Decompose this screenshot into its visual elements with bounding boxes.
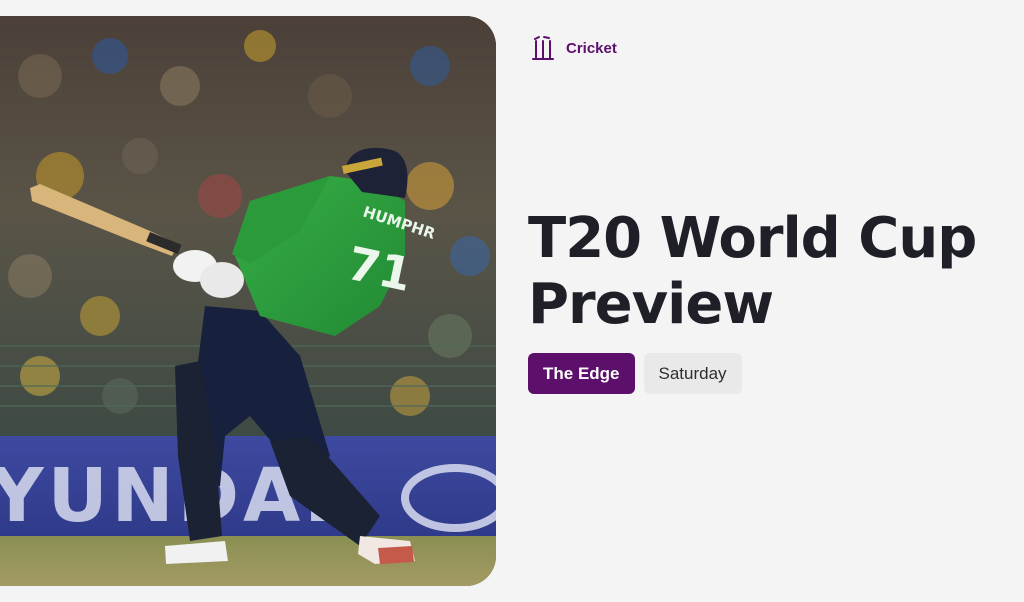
cricket-batsman-photo: YUNDAI HUMPHR 71 [0, 16, 496, 586]
article-card: YUNDAI HUMPHR 71 Cricket T20 World Cup P… [0, 0, 1024, 602]
category-link[interactable]: Cricket [530, 34, 617, 62]
tag-saturday[interactable]: Saturday [643, 353, 742, 394]
tag-the-edge[interactable]: The Edge [528, 353, 635, 394]
category-label: Cricket [566, 39, 617, 57]
hero-image[interactable]: YUNDAI HUMPHR 71 [0, 16, 496, 586]
tag-list: The Edge Saturday [528, 353, 742, 394]
cricket-stumps-icon [532, 36, 554, 60]
article-headline[interactable]: T20 World Cup Preview [528, 206, 1008, 338]
